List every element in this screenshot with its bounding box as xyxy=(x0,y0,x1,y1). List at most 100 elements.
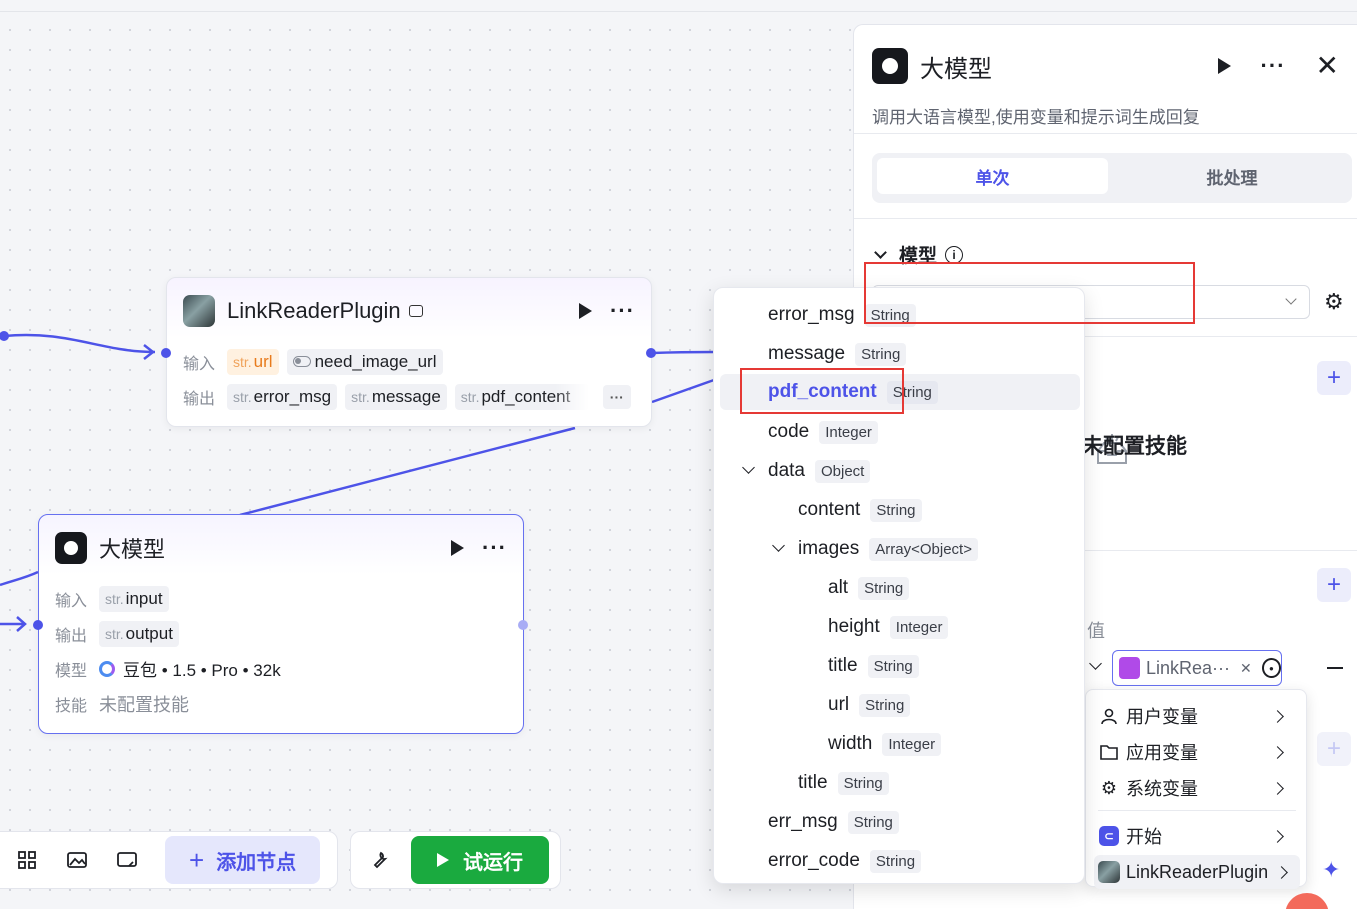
field-row-alt[interactable]: alt String xyxy=(720,570,1080,606)
field-name: content xyxy=(798,499,861,520)
toggle-icon xyxy=(292,356,311,367)
variable-picker-icon[interactable]: ● xyxy=(1261,658,1281,678)
comment-icon[interactable] xyxy=(107,840,147,880)
field-name: url xyxy=(828,694,850,715)
field-name: err_msg xyxy=(768,811,838,832)
more-icon[interactable]: ··· xyxy=(610,300,635,322)
field-row-err-msg[interactable]: err_msg String xyxy=(720,804,1080,840)
field-row-images[interactable]: images Array<Object> xyxy=(720,531,1080,567)
plugin-badge-icon xyxy=(408,305,423,317)
llm-node[interactable]: 大模型 ··· 输入 str. input 输出 str. output 模型 豆包… xyxy=(38,514,524,734)
more-outputs-button[interactable]: ··· xyxy=(602,384,631,409)
tab-batch[interactable]: 批处理 xyxy=(1117,158,1347,194)
output-label: 输出 xyxy=(55,627,88,645)
link-reader-node[interactable]: LinkReaderPlugin ··· 输入 str. url need_ima… xyxy=(166,277,652,427)
edge-link-to-panel xyxy=(651,350,715,355)
menu-item-start[interactable]: ⊂ 开始 xyxy=(1098,819,1296,853)
chevron-right-icon xyxy=(1271,781,1284,795)
field-name: error_msg xyxy=(768,304,855,325)
run-icon[interactable] xyxy=(1217,58,1231,74)
add-skill-button[interactable]: + xyxy=(1317,361,1351,395)
run-toolbar: 试运行 xyxy=(350,831,561,889)
tab-single[interactable]: 单次 xyxy=(877,158,1108,194)
chevron-right-icon xyxy=(1275,865,1288,879)
menu-divider xyxy=(1098,810,1296,811)
field-name: width xyxy=(828,733,873,754)
field-name: images xyxy=(798,538,860,559)
field-type-badge: String xyxy=(859,693,911,717)
link-node-output-port[interactable] xyxy=(646,348,656,358)
more-icon[interactable]: ··· xyxy=(1261,55,1286,77)
field-row-title[interactable]: title String xyxy=(720,765,1080,801)
chevron-down-icon xyxy=(1285,293,1297,305)
field-row-data[interactable]: data Object xyxy=(720,453,1080,489)
test-run-button[interactable]: 试运行 xyxy=(411,836,549,884)
field-row-error-code[interactable]: error_code String xyxy=(720,843,1080,879)
field-row-code[interactable]: code Integer xyxy=(720,414,1080,450)
add-output-button[interactable]: + xyxy=(1317,732,1351,766)
llm-node-output-port[interactable] xyxy=(518,620,528,630)
field-row-width[interactable]: width Integer xyxy=(720,726,1080,762)
field-row-error-msg[interactable]: error_msg String xyxy=(720,297,1080,333)
field-name: title xyxy=(798,772,828,793)
grid-icon[interactable] xyxy=(7,840,47,880)
menu-item-user-vars[interactable]: 用户变量 xyxy=(1098,699,1296,733)
field-row-message[interactable]: message String xyxy=(720,336,1080,372)
doubao-icon xyxy=(99,660,115,677)
output-label: 输出 xyxy=(183,390,216,408)
menu-item-link-reader[interactable]: LinkReaderPlugin xyxy=(1094,855,1300,889)
field-type-badge: Array<Object> xyxy=(869,537,978,561)
variable-reference-input[interactable]: LinkRea··· ✕ ● xyxy=(1112,650,1282,686)
node-title: 大模型 xyxy=(99,537,166,562)
model-section-header[interactable]: 模型 i xyxy=(874,241,964,268)
field-type-badge: Object xyxy=(814,459,871,483)
more-icon[interactable]: ··· xyxy=(482,537,507,559)
chevron-down-icon[interactable] xyxy=(1089,657,1102,670)
chevron-right-icon xyxy=(1271,745,1284,759)
edge-start-to-link xyxy=(3,333,156,354)
start-icon: ⊂ xyxy=(1099,826,1119,846)
chevron-down-icon[interactable] xyxy=(772,539,785,552)
field-row-title[interactable]: title String xyxy=(720,648,1080,684)
field-row-height[interactable]: height Integer xyxy=(720,609,1080,645)
output-tag-error-msg: str. error_msg xyxy=(227,383,338,410)
field-type-badge: String xyxy=(867,654,919,678)
menu-item-app-vars[interactable]: 应用变量 xyxy=(1098,735,1296,769)
sparkle-icon[interactable]: ✦ xyxy=(1322,857,1340,883)
run-node-icon[interactable] xyxy=(579,303,593,319)
gear-icon[interactable]: ⚙ xyxy=(1324,289,1344,315)
output-field-menu: error_msg String message String pdf_content S… xyxy=(713,287,1085,884)
llm-node-input-port[interactable] xyxy=(33,620,43,630)
add-node-button[interactable]: + 添加节点 xyxy=(165,836,321,884)
run-node-icon[interactable] xyxy=(451,540,465,556)
field-row-pdf-content[interactable]: pdf_content String xyxy=(720,374,1080,410)
panel-description: 调用大语言模型,使用变量和提示词生成回复 xyxy=(872,108,1200,127)
output-tag: str. output xyxy=(99,620,179,647)
field-row-content[interactable]: content String xyxy=(720,492,1080,528)
chevron-down-icon xyxy=(874,246,887,259)
close-icon[interactable]: ✕ xyxy=(1316,52,1339,80)
info-icon[interactable]: i xyxy=(945,245,964,264)
start-node-output-port[interactable] xyxy=(0,331,9,341)
field-type-badge: String xyxy=(870,498,922,522)
output-tag-message: str. message xyxy=(345,383,447,410)
remove-input-icon[interactable] xyxy=(1327,667,1343,669)
skill-label: 技能 xyxy=(55,697,88,715)
field-type-badge: Integer xyxy=(819,420,878,444)
add-input-button[interactable]: + xyxy=(1317,568,1351,602)
clear-icon[interactable]: ✕ xyxy=(1240,660,1252,677)
field-type-badge: String xyxy=(858,576,910,600)
chevron-down-icon[interactable] xyxy=(742,461,755,474)
field-row-url[interactable]: url String xyxy=(720,687,1080,723)
plus-icon: + xyxy=(189,844,205,875)
menu-item-system-vars[interactable]: ⚙ 系统变量 xyxy=(1098,771,1296,805)
field-type-badge: String xyxy=(855,342,907,366)
plugin-avatar-icon xyxy=(183,295,215,327)
wrench-icon[interactable] xyxy=(359,840,399,880)
field-name: code xyxy=(768,421,810,442)
field-name: title xyxy=(828,655,858,676)
image-icon[interactable] xyxy=(57,840,97,880)
skill-value: 未配置技能 xyxy=(99,694,189,715)
link-node-input-port[interactable] xyxy=(161,348,171,358)
field-type-badge: Integer xyxy=(889,615,949,639)
